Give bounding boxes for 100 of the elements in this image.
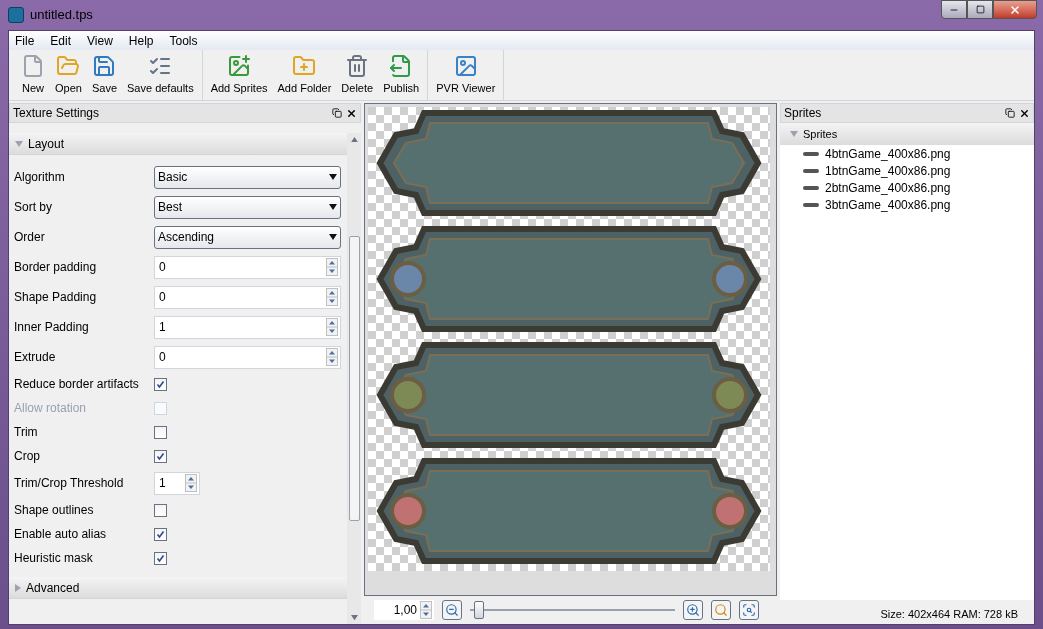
trash-icon — [345, 53, 370, 78]
setting-label: Allow rotation — [14, 400, 88, 417]
sprite-bar-icon — [803, 202, 819, 207]
spin-arrows-icon[interactable] — [185, 474, 197, 492]
close-icon[interactable] — [1019, 107, 1030, 119]
image-plus-icon — [227, 53, 252, 78]
caret-icon — [329, 204, 337, 210]
spin-arrows-icon[interactable] — [420, 601, 432, 619]
section-header[interactable]: Layout — [9, 133, 347, 155]
setting-label: Trim/Crop Threshold — [14, 475, 125, 492]
zoom-in-button[interactable] — [683, 600, 703, 620]
dropdown[interactable]: Basic — [154, 165, 341, 189]
tree-item[interactable]: 4btnGame_400x86.png — [825, 144, 951, 163]
toolbar-button[interactable]: Save — [91, 53, 117, 96]
scroll-up-icon[interactable] — [350, 137, 358, 143]
sprite-bar-icon — [803, 151, 819, 156]
number-field[interactable]: 0 — [154, 345, 341, 369]
collapsed-arrow-icon — [15, 583, 21, 592]
sprite-bar-icon — [803, 185, 819, 190]
number-field[interactable]: 1 — [154, 471, 200, 495]
setting-label: Border padding — [14, 259, 98, 276]
scroll-down-icon[interactable] — [350, 614, 358, 620]
scrollbar-thumb[interactable] — [348, 236, 360, 521]
setting-label: Extrude — [14, 349, 57, 366]
caret-icon — [329, 234, 337, 240]
checkbox[interactable] — [154, 527, 167, 541]
menu-item[interactable]: Help — [128, 31, 154, 50]
setting-label: Order — [14, 229, 46, 246]
window-title: untitled.tps — [30, 6, 93, 25]
undock-icon[interactable] — [332, 107, 342, 118]
menu-item[interactable]: Tools — [169, 31, 198, 50]
setting-label: Shape outlines — [14, 502, 95, 519]
checkmark-icon — [156, 379, 165, 389]
folder-icon — [56, 53, 81, 78]
checkmark-icon — [156, 553, 165, 563]
tree-item[interactable]: 2btnGame_400x86.png — [825, 178, 951, 197]
maximize-icon — [975, 5, 985, 14]
close-button[interactable] — [993, 0, 1037, 19]
maximize-button[interactable] — [967, 0, 993, 19]
menu-item[interactable]: Edit — [50, 31, 72, 50]
toolbar-button[interactable]: New — [21, 53, 45, 96]
menu-item[interactable]: View — [87, 31, 113, 50]
caret-icon — [329, 174, 337, 180]
section-header[interactable]: Advanced — [9, 577, 347, 599]
toolbar-button[interactable]: PVR Viewer — [436, 53, 496, 96]
checkbox[interactable] — [154, 377, 167, 391]
expanded-arrow-icon — [790, 131, 798, 137]
toolbar-button[interactable]: Add Sprites — [210, 53, 268, 96]
checkbox[interactable] — [154, 449, 167, 463]
dropdown[interactable]: Ascending — [154, 225, 341, 249]
zoom-fit-button[interactable] — [711, 600, 731, 620]
status-text: Size: 402x464 RAM: 728 kB — [880, 606, 1018, 622]
number-field[interactable]: 1 — [154, 315, 341, 339]
close-icon — [1009, 3, 1021, 16]
zoom-field[interactable]: 1,00 — [374, 600, 434, 620]
toolbar-button[interactable]: Delete — [341, 53, 374, 96]
panel-title: Texture Settings — [13, 105, 100, 122]
setting-label: Reduce border artifacts — [14, 376, 140, 393]
setting-label: Enable auto alias — [14, 526, 108, 543]
undock-icon[interactable] — [1005, 107, 1015, 118]
slider-thumb[interactable] — [473, 601, 484, 619]
setting-label: Sort by — [14, 199, 53, 216]
tree-item[interactable]: 1btnGame_400x86.png — [825, 161, 951, 180]
tree-item[interactable]: 3btnGame_400x86.png — [825, 195, 951, 214]
setting-label: Crop — [14, 448, 41, 465]
checkmark-icon — [156, 451, 165, 461]
zoom-out-button[interactable] — [442, 600, 462, 620]
setting-label: Trim — [14, 424, 39, 441]
tree-folder[interactable]: Sprites — [780, 123, 1034, 145]
number-field[interactable]: 0 — [154, 285, 341, 309]
number-field[interactable]: 0 — [154, 255, 341, 279]
spin-arrows-icon[interactable] — [326, 318, 338, 336]
toolbar-button[interactable]: Publish — [383, 53, 420, 96]
spin-arrows-icon[interactable] — [326, 288, 338, 306]
checkmark-icon — [156, 529, 165, 539]
toolbar-button[interactable]: Add Folder — [277, 53, 332, 96]
close-icon[interactable] — [346, 107, 357, 119]
zoom-actual-button[interactable] — [739, 600, 759, 620]
toolbar-button[interactable]: Open — [55, 53, 82, 96]
checkbox[interactable] — [154, 425, 167, 439]
expanded-arrow-icon — [15, 140, 23, 147]
toolbar-button[interactable]: Save defaults — [127, 53, 194, 96]
image-icon — [453, 53, 478, 78]
document-icon — [21, 53, 45, 78]
dropdown[interactable]: Best — [154, 195, 341, 219]
setting-label: Inner Padding — [14, 319, 90, 336]
setting-label: Algorithm — [14, 169, 66, 186]
spin-arrows-icon[interactable] — [326, 258, 338, 276]
scrollbar[interactable] — [347, 133, 361, 624]
setting-label: Heuristic mask — [14, 550, 94, 567]
spin-arrows-icon[interactable] — [326, 348, 338, 366]
setting-label: Shape Padding — [14, 289, 98, 306]
zoom-slider[interactable] — [470, 601, 675, 619]
checkbox[interactable] — [154, 503, 167, 517]
folder-plus-icon — [292, 53, 317, 78]
minimize-button[interactable] — [941, 0, 967, 19]
sprite-bar-icon — [803, 168, 819, 173]
panel-title: Sprites — [784, 105, 822, 122]
menu-item[interactable]: File — [15, 31, 35, 50]
checkbox[interactable] — [154, 551, 167, 565]
